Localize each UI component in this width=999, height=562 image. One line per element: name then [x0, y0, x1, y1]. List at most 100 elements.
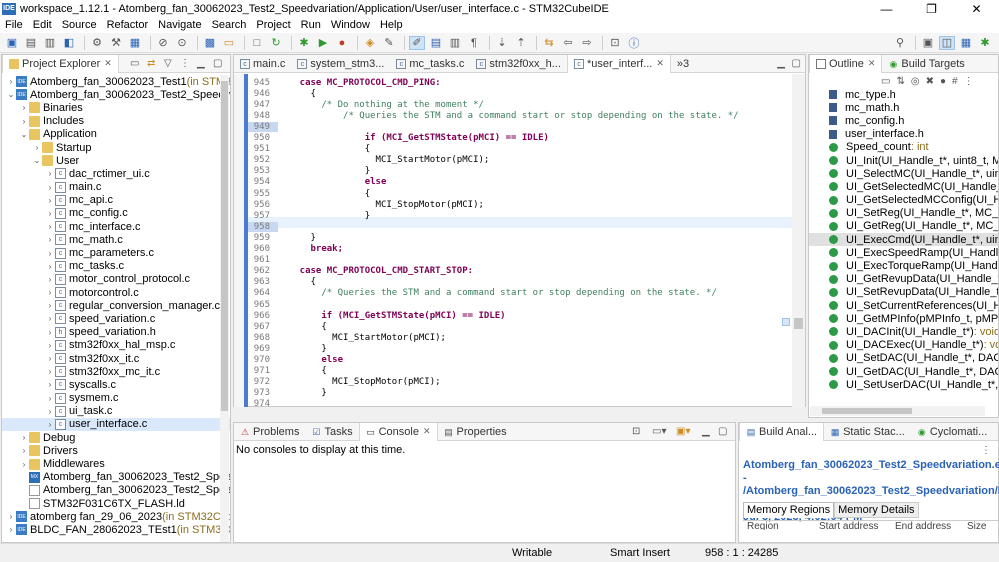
last-edit-icon[interactable]: ⇆	[541, 36, 557, 50]
tree-item[interactable]: › c mc_tasks.c	[2, 260, 230, 273]
code-line[interactable]: 959 }	[248, 232, 316, 243]
outline-item[interactable]: mc_config.h	[809, 114, 998, 127]
code-line[interactable]: 958	[248, 221, 278, 232]
chevron-down-icon[interactable]: ⌄	[19, 130, 29, 139]
tree-item[interactable]: › c main.c	[2, 181, 230, 194]
open-type-icon[interactable]: ◈	[362, 36, 378, 50]
menu-navigate[interactable]: Navigate	[153, 19, 206, 31]
outline-item[interactable]: UI_SetCurrentReferences(UI_Handle_t*, i	[809, 299, 998, 312]
code-line[interactable]: 951 {	[248, 144, 370, 155]
tree-item[interactable]: ⌄ Application	[2, 128, 230, 141]
code-line[interactable]: 972 MCI_StopMotor(pMCI);	[248, 377, 441, 388]
code-area[interactable]: 945 case MC_PROTOCOL_CMD_PING: 946 {947 /…	[248, 74, 792, 410]
tree-item[interactable]: › Startup	[2, 141, 230, 154]
code-line[interactable]: 964 /* Queries the STM and a command sta…	[248, 288, 717, 299]
sort-icon[interactable]: ⇅	[896, 76, 904, 87]
minimize-view-icon[interactable]: ▁	[197, 58, 205, 69]
hide-fields-icon[interactable]: ◎	[911, 76, 920, 87]
maximize-view-icon[interactable]: ▢	[792, 58, 801, 69]
tree-item[interactable]: Atomberg_fan_30062023_Test2_Speedvariati…	[2, 484, 230, 497]
collapse-all-icon[interactable]: ▭	[130, 58, 139, 69]
code-line[interactable]: 948 /* Queries the STM and a command sta…	[248, 110, 739, 121]
build-hammer-icon[interactable]: ⚒	[108, 36, 124, 50]
tree-item[interactable]: › Binaries	[2, 101, 230, 114]
code-line[interactable]: 949	[248, 121, 278, 132]
code-line[interactable]: 973 }	[248, 388, 327, 399]
open-console-icon[interactable]: ▣▾	[676, 426, 690, 437]
menu-refactor[interactable]: Refactor	[102, 19, 154, 31]
outline-item[interactable]: UI_DACInit(UI_Handle_t*) : void	[809, 325, 998, 338]
menu-edit[interactable]: Edit	[28, 19, 57, 31]
new-icon[interactable]: ▣	[4, 36, 20, 50]
refresh-icon[interactable]: ↻	[268, 36, 284, 50]
code-line[interactable]: 961	[248, 255, 278, 266]
tab-problems[interactable]: ⚠ Problems	[234, 423, 305, 441]
chevron-right-icon[interactable]: ›	[45, 314, 55, 323]
tree-item[interactable]: › c dac_rctimer_ui.c	[2, 167, 230, 180]
save-icon[interactable]: ▤	[23, 36, 39, 50]
tab-outline[interactable]: Outline ✕	[809, 54, 883, 73]
chevron-right-icon[interactable]: ›	[45, 262, 55, 271]
code-line[interactable]: 965	[248, 299, 278, 310]
close-icon[interactable]: ✕	[868, 58, 876, 69]
pen-icon[interactable]: ✎	[381, 36, 397, 50]
close-icon[interactable]: ✕	[656, 58, 664, 69]
close-button[interactable]: ✕	[954, 0, 999, 17]
column-size[interactable]: Size	[967, 521, 986, 530]
chevron-right-icon[interactable]: ›	[45, 183, 55, 192]
menu-run[interactable]: Run	[296, 19, 326, 31]
run-icon[interactable]: ▶	[315, 36, 331, 50]
collapse-all-icon[interactable]: ▭	[881, 76, 890, 87]
outline-item[interactable]: UI_ExecSpeedRamp(UI_Handle_t*, int32_t	[809, 246, 998, 259]
hide-static-icon[interactable]: ✖	[926, 76, 934, 87]
tree-item[interactable]: › c mc_interface.c	[2, 220, 230, 233]
code-line[interactable]: 955 {	[248, 188, 370, 199]
tree-item[interactable]: ⌄ User	[2, 154, 230, 167]
hash-icon[interactable]: #	[952, 76, 958, 87]
outline-item[interactable]: UI_SetReg(UI_Handle_t*, MC_Protocol_REG	[809, 207, 998, 220]
tree-item[interactable]: ⌄IDEAtomberg_fan_30062023_Test2_Speedvar…	[2, 88, 230, 101]
outline-item[interactable]: UI_GetMPInfo(pMPInfo_t, pMPInfo_t) : b	[809, 312, 998, 325]
new-file-icon[interactable]: □	[249, 36, 265, 50]
chevron-down-icon[interactable]: ⌄	[32, 156, 42, 165]
column-end-address[interactable]: End address	[895, 521, 951, 530]
tree-item[interactable]: › Includes	[2, 115, 230, 128]
device-perspective-icon[interactable]: ▦	[958, 36, 974, 50]
editor-scrollbar[interactable]	[782, 74, 805, 407]
tree-item[interactable]: › Middlewares	[2, 457, 230, 470]
tree-item[interactable]: › c syscalls.c	[2, 378, 230, 391]
open-perspective-icon[interactable]: ▣	[920, 36, 936, 50]
chevron-right-icon[interactable]: ›	[19, 460, 29, 469]
menu-project[interactable]: Project	[251, 19, 295, 31]
tree-item[interactable]: › c ui_task.c	[2, 405, 230, 418]
column-start-address[interactable]: Start address	[819, 521, 878, 530]
chevron-right-icon[interactable]: ›	[45, 394, 55, 403]
debug-bug-icon[interactable]: ✱	[296, 36, 312, 50]
code-line[interactable]: 966 if (MCI_GetSTMState(pMCI) == IDLE)	[248, 310, 506, 321]
outline-item[interactable]: mc_math.h	[809, 101, 998, 114]
chevron-right-icon[interactable]: ›	[6, 512, 16, 521]
tree-item[interactable]: ›IDEBLDC_FAN_28062023_TEst1 (in STM32Cub…	[2, 523, 230, 536]
pin-icon[interactable]: ⊡	[607, 36, 623, 50]
tree-item[interactable]: MXAtomberg_fan_30062023_Test2_Speedvaria…	[2, 471, 230, 484]
chevron-right-icon[interactable]: ›	[45, 341, 55, 350]
outline-item[interactable]: Speed_count : int	[809, 141, 998, 154]
maximize-button[interactable]: ❐	[909, 0, 954, 17]
search-icon[interactable]: ⚲	[892, 36, 908, 50]
chevron-right-icon[interactable]: ›	[45, 301, 55, 310]
code-line[interactable]: 969 }	[248, 343, 327, 354]
outline-item[interactable]: UI_SetDAC(UI_Handle_t*, DAC_Channel_t, N	[809, 352, 998, 365]
tree-item[interactable]: › c stm32f0xx_it.c	[2, 352, 230, 365]
tree-item[interactable]: › c sysmem.c	[2, 392, 230, 405]
tab-tasks[interactable]: ☑ Tasks	[305, 423, 358, 441]
device-config-icon[interactable]: ▦	[127, 36, 143, 50]
tree-item[interactable]: ›IDEatomberg fan_29_06_2023 (in STM32Cub…	[2, 510, 230, 523]
code-line[interactable]: 974	[248, 399, 278, 410]
save-all-icon[interactable]: ▥	[42, 36, 58, 50]
tree-item[interactable]: › c motorcontrol.c	[2, 286, 230, 299]
info-icon[interactable]: ⓘ	[626, 36, 642, 50]
code-line[interactable]: 957 }	[248, 210, 370, 221]
chevron-right-icon[interactable]: ›	[19, 446, 29, 455]
code-line[interactable]: 962 case MC_PROTOCOL_CMD_START_STOP:	[248, 266, 473, 277]
link-editor-icon[interactable]: ⇄	[147, 58, 155, 69]
